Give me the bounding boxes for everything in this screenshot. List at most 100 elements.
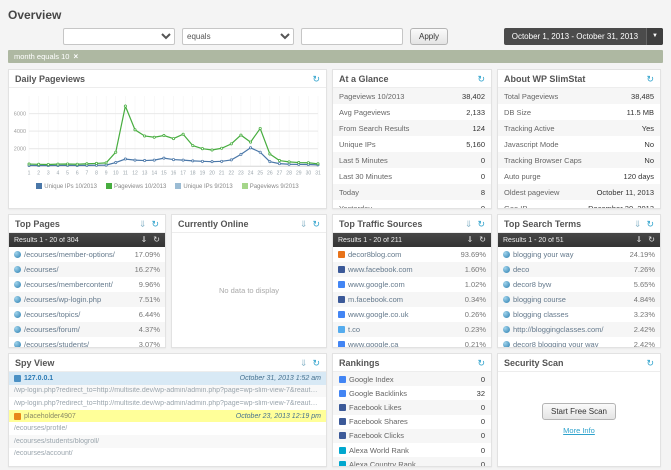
row-link[interactable]: http://bloggingclasses.com/ xyxy=(513,325,631,334)
rankings-rows: Google Index 0 Google Backlinks 32 Faceb… xyxy=(333,372,491,466)
stat-value: No xyxy=(644,140,654,149)
refresh-icon[interactable]: ↻ xyxy=(477,359,485,368)
download-icon[interactable]: ⇓ xyxy=(139,220,147,229)
row-value: 0.23% xyxy=(465,325,486,334)
apply-button[interactable]: Apply xyxy=(410,28,448,45)
refresh-icon[interactable]: ↻ xyxy=(153,236,160,244)
table-row: m.facebook.com 0.34% xyxy=(333,292,491,307)
visited-page-link[interactable]: /wp-login.php?redirect_to=http://multisi… xyxy=(14,400,321,407)
about-rows: Total Pageviews 38,485 DB Size 11.5 MB T… xyxy=(498,88,660,208)
refresh-icon[interactable]: ↻ xyxy=(479,236,486,244)
ranking-label: Google Index xyxy=(349,375,478,384)
refresh-icon[interactable]: ↻ xyxy=(646,220,654,229)
row-link[interactable]: www.google.co.uk xyxy=(348,310,462,319)
svg-text:6: 6 xyxy=(76,170,79,176)
visited-page-link[interactable]: /ecourses/students/blogroll/ xyxy=(14,438,321,445)
download-icon[interactable]: ⇓ xyxy=(634,220,642,229)
site-icon xyxy=(339,461,346,466)
visited-page-link[interactable]: /ecourses/profile/ xyxy=(14,425,321,432)
row-link[interactable]: deco xyxy=(513,265,631,274)
row-link[interactable]: /ecourses/membercontent/ xyxy=(24,280,136,289)
globe-icon xyxy=(14,311,21,318)
download-icon[interactable]: ⇓ xyxy=(141,236,148,244)
stat-label: Tracking Browser Caps xyxy=(504,156,641,165)
row-link[interactable]: blogging classes xyxy=(513,310,631,319)
refresh-icon[interactable]: ↻ xyxy=(477,220,485,229)
ranking-row: Alexa World Rank 0 xyxy=(333,443,491,457)
row-link[interactable]: /ecourses/ xyxy=(24,265,132,274)
row-link[interactable]: /ecourses/member-options/ xyxy=(24,250,132,259)
panel-title: Currently Online xyxy=(178,219,295,229)
row-link[interactable]: blogging course xyxy=(513,295,631,304)
ranking-label: Facebook Clicks xyxy=(349,431,478,440)
more-info-link[interactable]: More Info xyxy=(563,426,595,435)
spy-page-row: /ecourses/account/ xyxy=(9,448,326,461)
row-value: 0.34% xyxy=(465,295,486,304)
visitor-link[interactable]: 127.0.0.1 xyxy=(24,375,53,382)
remove-filter-icon[interactable]: × xyxy=(73,50,78,63)
stat-value: October 11, 2013 xyxy=(597,188,654,197)
panels-grid: Daily Pageviews ↻ 2000400060001234567891… xyxy=(8,69,663,467)
legend-item: Pageviews 10/2013 xyxy=(106,183,166,190)
filter-value-input[interactable] xyxy=(301,28,403,45)
svg-text:9: 9 xyxy=(105,170,108,176)
row-link[interactable]: decor8blog.com xyxy=(348,250,458,259)
table-row: decor8 blogging your way 2.42% xyxy=(498,337,660,347)
date-range-button[interactable]: October 1, 2013 - October 31, 2013 ▼ xyxy=(504,28,663,45)
table-row: /ecourses/ 16.27% xyxy=(9,262,165,277)
refresh-icon[interactable]: ↻ xyxy=(312,359,320,368)
row-link[interactable]: www.google.ca xyxy=(348,340,462,347)
refresh-icon[interactable]: ↻ xyxy=(477,75,485,84)
results-count: Results 1 - 20 of 304 xyxy=(14,237,135,244)
row-link[interactable]: m.facebook.com xyxy=(348,295,462,304)
site-favicon xyxy=(338,281,345,288)
row-link[interactable]: t.co xyxy=(348,325,462,334)
site-icon xyxy=(339,447,346,454)
refresh-icon[interactable]: ↻ xyxy=(312,75,320,84)
panel-title: Top Search Terms xyxy=(504,219,629,229)
globe-icon xyxy=(503,251,510,258)
results-count: Results 1 - 20 of 211 xyxy=(338,237,461,244)
row-link[interactable]: /ecourses/wp-login.php xyxy=(24,295,136,304)
ranking-row: Facebook Likes 0 xyxy=(333,400,491,414)
refresh-icon[interactable]: ↻ xyxy=(312,220,320,229)
ranking-label: Facebook Shares xyxy=(349,417,478,426)
refresh-icon[interactable]: ↻ xyxy=(646,75,654,84)
svg-text:24: 24 xyxy=(248,170,254,176)
row-link[interactable]: decor8 byw xyxy=(513,280,631,289)
legend-swatch xyxy=(36,183,42,189)
svg-text:3: 3 xyxy=(47,170,50,176)
row-link[interactable]: /ecourses/students/ xyxy=(24,340,136,347)
stat-value: 2,133 xyxy=(466,108,485,117)
row-link[interactable]: /ecourses/forum/ xyxy=(24,325,136,334)
download-icon[interactable]: ⇓ xyxy=(300,359,308,368)
active-filter-label: month equals 10 xyxy=(14,50,69,63)
row-link[interactable]: blogging your way xyxy=(513,250,627,259)
panel-about-wp-slimstat: About WP SlimStat ↻ Total Pageviews 38,4… xyxy=(497,69,661,209)
filter-field-select[interactable] xyxy=(63,28,175,45)
ranking-row: Google Index 0 xyxy=(333,372,491,386)
visitor-link[interactable]: placeholder4907 xyxy=(24,413,76,420)
stat-row: Today 8 xyxy=(333,184,491,200)
row-value: 4.37% xyxy=(139,325,160,334)
svg-text:10: 10 xyxy=(113,170,119,176)
row-link[interactable]: www.google.com xyxy=(348,280,462,289)
download-icon[interactable]: ⇓ xyxy=(465,220,473,229)
refresh-icon[interactable]: ↻ xyxy=(646,359,654,368)
stat-row: Tracking Active Yes xyxy=(498,120,660,136)
download-icon[interactable]: ⇓ xyxy=(636,236,643,244)
visited-page-link[interactable]: /wp-login.php?redirect_to=http://multisi… xyxy=(14,387,321,394)
start-free-scan-button[interactable]: Start Free Scan xyxy=(542,403,616,420)
refresh-icon[interactable]: ↻ xyxy=(151,220,159,229)
row-link[interactable]: www.facebook.com xyxy=(348,265,462,274)
stat-label: Last 5 Minutes xyxy=(339,156,478,165)
stat-label: Pageviews 10/2013 xyxy=(339,92,459,101)
download-icon[interactable]: ⇓ xyxy=(467,236,474,244)
row-link[interactable]: /ecourses/topics/ xyxy=(24,310,136,319)
download-icon[interactable]: ⇓ xyxy=(300,220,308,229)
svg-text:23: 23 xyxy=(238,170,244,176)
row-link[interactable]: decor8 blogging your way xyxy=(513,340,631,347)
visited-page-link[interactable]: /ecourses/account/ xyxy=(14,450,321,457)
refresh-icon[interactable]: ↻ xyxy=(648,236,655,244)
filter-operator-select[interactable]: equals xyxy=(182,28,294,45)
